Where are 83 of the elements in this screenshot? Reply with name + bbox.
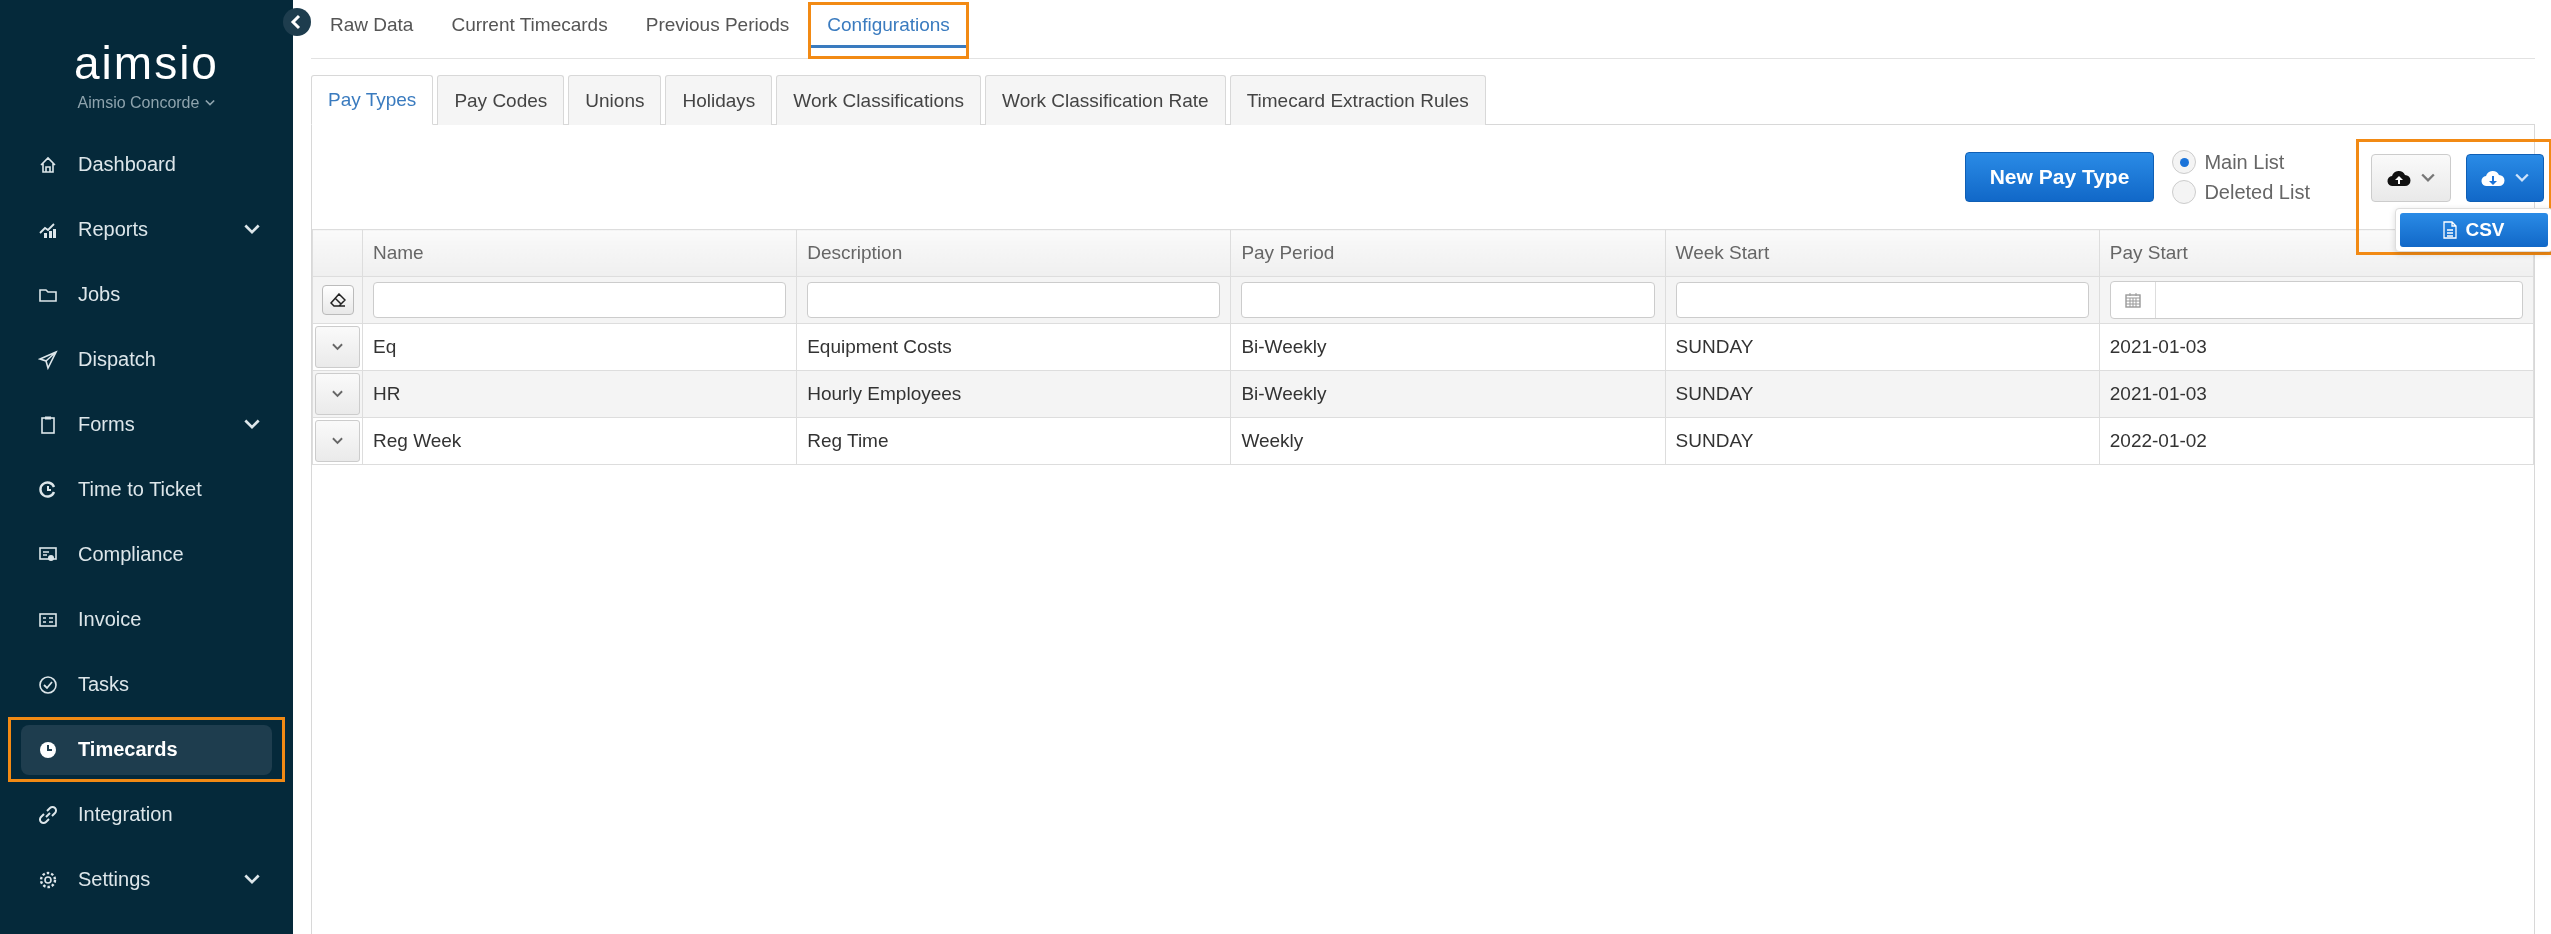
radio-button[interactable]: [2172, 150, 2197, 174]
radio-label: Main List: [2204, 150, 2285, 174]
sidebar-item[interactable]: Compliance: [21, 529, 272, 580]
sidebar-item[interactable]: Jobs: [21, 269, 272, 320]
sidebar-item[interactable]: Dispatch: [21, 334, 272, 385]
gear-icon: [38, 869, 58, 890]
download-button[interactable]: [2466, 154, 2544, 202]
table-cell: Bi-Weekly: [1230, 323, 1666, 371]
sidebar-item[interactable]: Dashboard: [21, 139, 272, 190]
sidebar-item[interactable]: Time to Ticket: [21, 464, 272, 515]
table-cell: 2022-01-02: [2099, 417, 2534, 465]
column-header[interactable]: Name: [362, 229, 797, 277]
clear-filters-button[interactable]: [321, 285, 354, 315]
calendar-icon: [2124, 292, 2141, 308]
logo: aimsio: [73, 38, 220, 88]
clipboard-icon: [38, 414, 58, 435]
filter-field[interactable]: [807, 282, 1221, 318]
tab[interactable]: Pay Types: [311, 75, 434, 125]
eraser-icon: [329, 293, 346, 307]
table-cell: HR: [362, 370, 797, 418]
table-cell: Hourly Employees: [796, 370, 1231, 418]
sidebar-item[interactable]: Reports: [21, 204, 272, 255]
table-cell: SUNDAY: [1665, 417, 2100, 465]
filter-field[interactable]: [1241, 282, 1655, 318]
column-header[interactable]: Week Start: [1665, 229, 2100, 277]
radio-option[interactable]: Main List: [2172, 150, 2310, 174]
clock-icon: [38, 739, 58, 760]
tab[interactable]: Unions: [568, 75, 662, 125]
tab[interactable]: Current Timecards: [435, 5, 624, 48]
filter-field[interactable]: [373, 282, 787, 318]
tab[interactable]: Previous Periods: [629, 5, 806, 48]
sidebar-item[interactable]: Invoice: [21, 594, 272, 645]
table-cell: Eq: [362, 323, 797, 371]
filter-field[interactable]: [1675, 282, 2089, 318]
tab[interactable]: Work Classifications: [776, 75, 982, 125]
upload-button[interactable]: [2371, 154, 2451, 202]
table-cell: Reg Time: [796, 417, 1231, 465]
check-circle-icon: [38, 674, 58, 695]
new-pay-type-button[interactable]: New Pay Type: [1964, 152, 2155, 202]
cloud-upload-icon: [2387, 169, 2411, 187]
table-cell: Equipment Costs: [796, 323, 1231, 371]
radio-option[interactable]: Deleted List: [2172, 180, 2310, 204]
table-cell: Weekly: [1230, 417, 1666, 465]
tab[interactable]: Work Classification Rate: [985, 75, 1226, 125]
sidebar-item[interactable]: Forms: [21, 399, 272, 450]
document-icon: [2443, 221, 2458, 239]
table-cell: SUNDAY: [1665, 370, 2100, 418]
tab[interactable]: Raw Data: [314, 5, 430, 48]
table-cell: 2021-01-03: [2099, 370, 2534, 418]
expand-row-button[interactable]: [315, 420, 360, 462]
expand-row-button[interactable]: [315, 373, 360, 415]
sidebar-item[interactable]: Settings: [21, 854, 272, 905]
tab[interactable]: Configurations: [811, 5, 966, 48]
expand-row-button[interactable]: [315, 326, 360, 368]
collapse-sidebar-icon[interactable]: [283, 8, 311, 36]
tab[interactable]: Timecard Extraction Rules: [1229, 75, 1486, 125]
cloud-download-icon: [2481, 169, 2505, 187]
caret-icon: [205, 98, 216, 108]
table-cell: SUNDAY: [1665, 323, 2100, 371]
date-filter-field[interactable]: [2109, 281, 2523, 319]
tab[interactable]: Holidays: [665, 75, 773, 125]
caret-icon: [2421, 173, 2435, 183]
clock-icon: [38, 479, 58, 500]
table-cell: Reg Week: [362, 417, 797, 465]
chevron-icon: [332, 343, 343, 351]
organization-name[interactable]: Aimsio Concorde: [77, 94, 200, 112]
table-cell: Bi-Weekly: [1230, 370, 1666, 418]
link-icon: [38, 804, 58, 825]
column-header[interactable]: Pay Period: [1230, 229, 1666, 277]
sidebar-item[interactable]: Tasks: [21, 659, 272, 710]
paper-plane-icon: [38, 349, 58, 370]
chevron-icon: [332, 390, 343, 398]
chevron-icon: [332, 437, 343, 445]
caret-icon: [2515, 173, 2529, 183]
tab[interactable]: Pay Codes: [437, 75, 565, 125]
column-header[interactable]: Description: [796, 229, 1231, 277]
sidebar-item[interactable]: Timecards: [21, 724, 272, 775]
table-cell: 2021-01-03: [2099, 323, 2534, 371]
sidebar-item[interactable]: Integration: [21, 789, 272, 840]
home-icon: [38, 154, 58, 175]
menu-item[interactable]: CSV: [2400, 213, 2548, 247]
radio-label: Deleted List: [2204, 180, 2310, 204]
radio-button[interactable]: [2172, 180, 2197, 204]
